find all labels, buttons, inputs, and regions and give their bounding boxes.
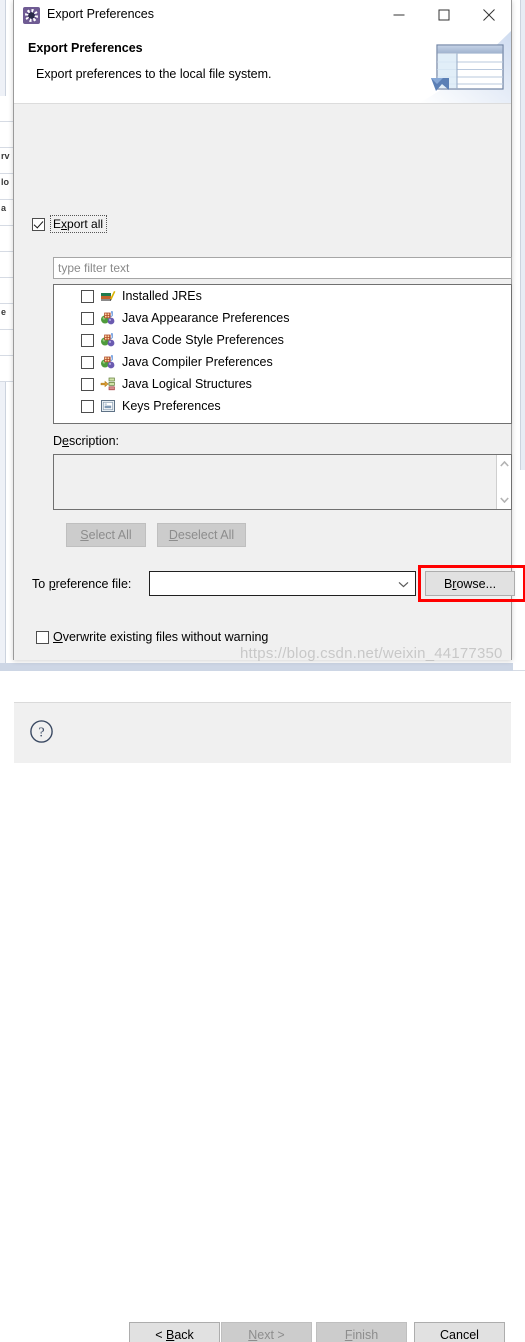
tree-item-label: Installed JREs [122, 289, 202, 303]
next-button[interactable]: Next > [221, 1322, 312, 1342]
header-subtitle: Export preferences to the local file sys… [36, 67, 272, 81]
background-row [0, 226, 14, 252]
tree-item-checkbox[interactable] [81, 290, 94, 303]
background-row [513, 470, 525, 496]
background-row [513, 495, 525, 521]
tree-item-label: Java Appearance Preferences [122, 311, 289, 325]
overwrite-label: Overwrite existing files without warning [53, 630, 268, 644]
background-row [513, 520, 525, 546]
installed-jres-icon [100, 288, 116, 304]
background-row [0, 278, 14, 304]
tree-item[interactable]: Keys Preferences [54, 395, 511, 417]
export-all-checkbox[interactable] [32, 218, 45, 231]
background-row [513, 645, 525, 671]
window-title: Export Preferences [47, 7, 154, 21]
background-row [513, 595, 525, 621]
tree-item[interactable]: Java Code Style Preferences [54, 329, 511, 351]
background-row [0, 122, 14, 148]
overwrite-checkbox[interactable] [36, 631, 49, 644]
description-scrollbar[interactable] [496, 455, 511, 509]
tree-item-checkbox[interactable] [81, 312, 94, 325]
close-icon [483, 9, 495, 21]
tree-item[interactable]: Installed JREs [54, 285, 511, 307]
preference-file-label: To preference file: [32, 577, 131, 591]
chevron-down-icon [398, 577, 409, 591]
background-row [0, 330, 14, 356]
back-button[interactable]: < Back [129, 1322, 220, 1342]
maximize-icon [438, 10, 449, 21]
dialog-footer: ? < Back Next > Finish Cancel [14, 703, 511, 763]
preferences-tree[interactable]: Installed JREs [53, 284, 512, 424]
eclipse-gear-icon [23, 7, 40, 24]
description-box[interactable] [53, 454, 512, 510]
tree-item-checkbox[interactable] [81, 356, 94, 369]
select-all-button[interactable]: Select All [66, 523, 146, 547]
cancel-button[interactable]: Cancel [414, 1322, 505, 1342]
tree-item-checkbox[interactable] [81, 400, 94, 413]
logical-structures-icon [100, 376, 116, 392]
background-row [0, 96, 14, 122]
tree-item[interactable]: Java Logical Structures [54, 373, 511, 395]
background-row: rv [0, 148, 14, 174]
background-bottom-strip [0, 663, 525, 671]
background-row: lo [0, 174, 14, 200]
tree-item-label: Keys Preferences [122, 399, 221, 413]
deselect-all-button[interactable]: Deselect All [157, 523, 246, 547]
dialog-header: Export Preferences Export preferences to… [14, 31, 511, 104]
background-row [513, 620, 525, 646]
export-preferences-dialog: Export Preferences Export Preferences Ex… [13, 0, 512, 660]
export-all-label: Export all [50, 215, 107, 233]
background-row: e [0, 304, 14, 330]
filter-input[interactable] [53, 257, 512, 279]
help-icon[interactable]: ? [29, 719, 54, 744]
tree-item-checkbox[interactable] [81, 334, 94, 347]
tree-item[interactable]: Java Appearance Preferences [54, 307, 511, 329]
tree-item-label: Java Compiler Preferences [122, 355, 273, 369]
overwrite-row[interactable]: Overwrite existing files without warning [36, 630, 268, 644]
export-table-arrow-icon [401, 31, 511, 103]
java-preferences-icon [100, 354, 116, 370]
tree-item-label: Java Code Style Preferences [122, 333, 284, 347]
tree-item-checkbox[interactable] [81, 378, 94, 391]
background-row: a [0, 200, 14, 226]
maximize-button[interactable] [421, 0, 466, 30]
close-button[interactable] [466, 0, 511, 30]
scroll-up-icon[interactable] [497, 456, 512, 472]
background-row [0, 252, 14, 278]
minimize-button[interactable] [376, 0, 421, 30]
browse-button[interactable]: Browse... [425, 571, 515, 596]
preference-file-combo[interactable] [149, 571, 416, 596]
java-preferences-icon [100, 310, 116, 326]
keys-preferences-icon [100, 398, 116, 414]
java-preferences-icon [100, 332, 116, 348]
finish-button[interactable]: Finish [316, 1322, 407, 1342]
dialog-body: Export all Installed JREs [14, 104, 511, 660]
title-bar: Export Preferences [14, 0, 511, 31]
scroll-down-icon[interactable] [497, 492, 512, 508]
background-row [513, 545, 525, 571]
description-label: Description: [53, 434, 119, 448]
tree-item-label: Java Logical Structures [122, 377, 252, 391]
export-all-row[interactable]: Export all [32, 214, 107, 234]
background-row [0, 356, 14, 382]
header-title: Export Preferences [28, 41, 143, 55]
svg-text:?: ? [38, 726, 44, 741]
minimize-icon [393, 10, 404, 21]
tree-item[interactable]: Java Compiler Preferences [54, 351, 511, 373]
